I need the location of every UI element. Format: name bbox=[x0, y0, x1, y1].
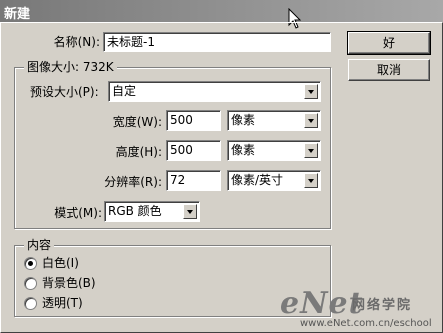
mode-value: RGB 颜色 bbox=[108, 204, 162, 218]
chevron-down-icon[interactable] bbox=[304, 143, 318, 158]
background-color-option-label[interactable]: 背景色(B) bbox=[42, 275, 96, 291]
chevron-down-icon[interactable] bbox=[304, 113, 318, 128]
cancel-button[interactable]: 取消 bbox=[348, 59, 430, 81]
white-radio[interactable] bbox=[24, 257, 37, 270]
watermark-url: www.eNet.com.cn/eschool bbox=[300, 318, 432, 329]
preset-value: 自定 bbox=[112, 84, 137, 98]
chevron-down-icon[interactable] bbox=[304, 84, 318, 99]
transparent-option-label[interactable]: 透明(T) bbox=[42, 295, 83, 311]
contents-title: 内容 bbox=[24, 237, 55, 253]
height-unit-value: 像素 bbox=[231, 143, 256, 157]
width-unit-dropdown[interactable]: 像素 bbox=[227, 110, 321, 131]
height-label: 高度(H): bbox=[115, 145, 162, 159]
enet-logo: eNet bbox=[280, 286, 364, 321]
width-label: 宽度(W): bbox=[112, 115, 162, 129]
watermark-school: 网络学院 bbox=[352, 298, 413, 313]
preset-label: 预设大小(P): bbox=[30, 85, 99, 99]
resolution-input[interactable]: 72 bbox=[166, 170, 221, 191]
preset-dropdown[interactable]: 自定 bbox=[108, 81, 321, 102]
mode-dropdown[interactable]: RGB 颜色 bbox=[104, 201, 200, 222]
transparent-radio[interactable] bbox=[24, 297, 37, 310]
resolution-unit-dropdown[interactable]: 像素/英寸 bbox=[227, 170, 321, 191]
ok-button[interactable]: 好 bbox=[347, 31, 431, 55]
width-input[interactable]: 500 bbox=[166, 110, 221, 131]
height-unit-dropdown[interactable]: 像素 bbox=[227, 140, 321, 161]
background-color-radio[interactable] bbox=[24, 277, 37, 290]
image-size-title: 图像大小: 732K bbox=[24, 59, 117, 75]
resolution-label: 分辨率(R): bbox=[104, 175, 162, 189]
window-title: 新建 bbox=[4, 7, 31, 22]
name-label: 名称(N): bbox=[53, 35, 100, 49]
width-unit-value: 像素 bbox=[231, 113, 256, 127]
white-option-label[interactable]: 白色(I) bbox=[42, 255, 79, 271]
resolution-unit-value: 像素/英寸 bbox=[231, 173, 284, 187]
chevron-down-icon[interactable] bbox=[183, 204, 197, 219]
height-input[interactable]: 500 bbox=[166, 140, 221, 161]
mode-label: 模式(M): bbox=[54, 206, 102, 220]
name-input[interactable]: 未标题-1 bbox=[103, 32, 331, 52]
title-bar: 新建 bbox=[0, 0, 443, 29]
chevron-down-icon[interactable] bbox=[304, 173, 318, 188]
